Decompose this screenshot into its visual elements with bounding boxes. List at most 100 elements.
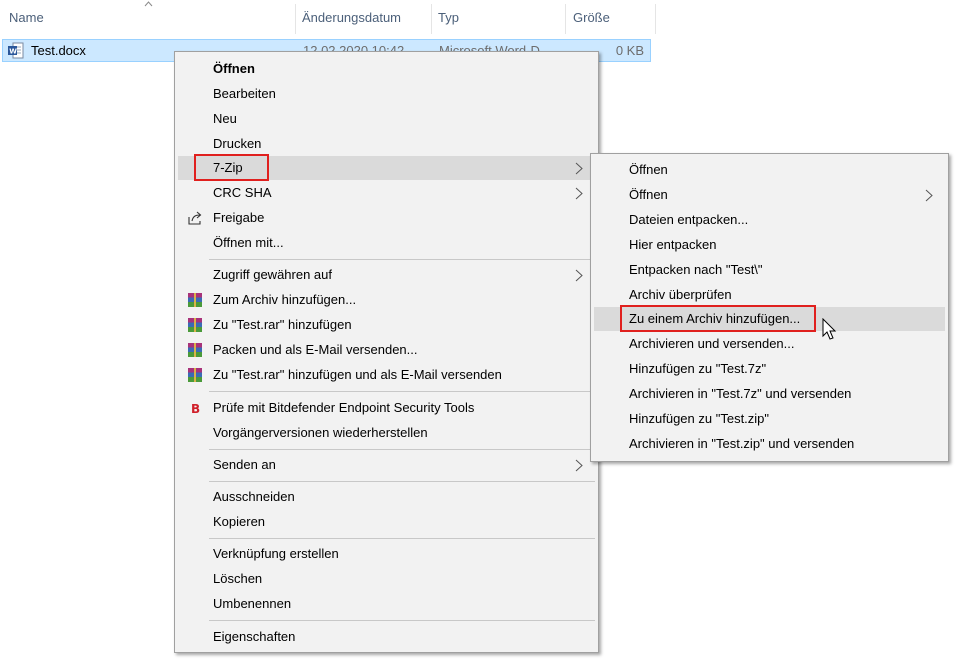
menu-separator <box>209 259 595 260</box>
menu-item-label: Bearbeiten <box>213 86 276 101</box>
menu-item-label: Archivieren in "Test.zip" und versenden <box>629 436 855 451</box>
menu-item-label: Kopieren <box>213 514 266 529</box>
menu-item-label: Hier entpacken <box>629 237 717 252</box>
file-name: Test.docx <box>31 43 86 58</box>
menu-item-label: Archiv überprüfen <box>629 287 732 302</box>
menu-item-label: Vorgängerversionen wiederherstellen <box>213 425 428 440</box>
menu-item-copy[interactable]: Kopieren <box>178 510 595 534</box>
menu-item-share[interactable]: Freigabe <box>178 206 595 230</box>
highlight-box-7zip <box>194 154 269 181</box>
column-separator[interactable] <box>565 4 566 34</box>
submenu-item-extract-here[interactable]: Hier entpacken <box>594 233 945 257</box>
menu-item-pack-email[interactable]: Packen und als E-Mail versenden... <box>178 338 595 362</box>
column-separator[interactable] <box>295 4 296 34</box>
context-menu: Öffnen Bearbeiten Neu Drucken 7-Zip CRC … <box>174 51 599 653</box>
menu-item-label: Öffnen mit... <box>213 235 284 250</box>
menu-item-label: Löschen <box>213 571 263 586</box>
highlight-box-add-to-archive <box>620 305 816 332</box>
menu-separator <box>209 391 595 392</box>
menu-item-create-shortcut[interactable]: Verknüpfung erstellen <box>178 542 595 566</box>
menu-separator <box>209 481 595 482</box>
chevron-right-icon <box>575 269 583 282</box>
menu-item-label: Drucken <box>213 136 262 151</box>
svg-text:W: W <box>9 48 17 56</box>
menu-item-delete[interactable]: Löschen <box>178 567 595 591</box>
submenu-item-archive-7z-send[interactable]: Archivieren in "Test.7z" und versenden <box>594 382 945 406</box>
menu-separator <box>209 620 595 621</box>
menu-item-label: Archivieren in "Test.7z" und versenden <box>629 386 852 401</box>
menu-item-label: CRC SHA <box>213 185 272 200</box>
menu-item-label: Zum Archiv hinzufügen... <box>213 292 357 307</box>
menu-item-label: Öffnen <box>213 61 255 76</box>
menu-item-open-with[interactable]: Öffnen mit... <box>178 231 595 255</box>
menu-item-cut[interactable]: Ausschneiden <box>178 485 595 509</box>
menu-item-label: Zu "Test.rar" hinzufügen und als E-Mail … <box>213 367 502 382</box>
column-size-header[interactable]: Größe <box>573 10 610 25</box>
submenu-item-add-zip[interactable]: Hinzufügen zu "Test.zip" <box>594 407 945 431</box>
menu-item-properties[interactable]: Eigenschaften <box>178 625 595 649</box>
menu-item-label: Hinzufügen zu "Test.7z" <box>629 361 767 376</box>
submenu-item-extract-to[interactable]: Entpacken nach "Test\" <box>594 258 945 282</box>
mouse-cursor-icon <box>822 318 837 340</box>
submenu-item-archive-send[interactable]: Archivieren und versenden... <box>594 332 945 356</box>
menu-item-label: Dateien entpacken... <box>629 212 749 227</box>
menu-separator <box>209 449 595 450</box>
menu-item-label: Prüfe mit Bitdefender Endpoint Security … <box>213 400 475 415</box>
menu-item-rename[interactable]: Umbenennen <box>178 592 595 616</box>
menu-item-open[interactable]: Öffnen <box>178 57 595 81</box>
winrar-icon <box>188 293 202 307</box>
menu-item-send-to[interactable]: Senden an <box>178 453 595 477</box>
menu-item-label: Öffnen <box>629 162 668 177</box>
menu-item-new[interactable]: Neu <box>178 107 595 131</box>
submenu-item-add-7z[interactable]: Hinzufügen zu "Test.7z" <box>594 357 945 381</box>
svg-text:B: B <box>191 402 200 416</box>
column-separator[interactable] <box>655 4 656 34</box>
menu-item-label: Verknüpfung erstellen <box>213 546 339 561</box>
sort-up-icon <box>144 1 153 7</box>
winrar-icon <box>188 368 202 382</box>
menu-item-label: Freigabe <box>213 210 265 225</box>
menu-item-bitdefender[interactable]: B Prüfe mit Bitdefender Endpoint Securit… <box>178 396 595 420</box>
chevron-right-icon <box>925 189 933 202</box>
share-icon <box>188 211 202 225</box>
submenu-item-open-sub[interactable]: Öffnen <box>594 183 945 207</box>
chevron-right-icon <box>575 187 583 200</box>
menu-item-grant-access[interactable]: Zugriff gewähren auf <box>178 263 595 287</box>
column-name-header[interactable]: Name <box>9 10 44 25</box>
menu-item-label: Zugriff gewähren auf <box>213 267 332 282</box>
winrar-icon <box>188 343 202 357</box>
submenu-item-extract-files[interactable]: Dateien entpacken... <box>594 208 945 232</box>
menu-item-label: Hinzufügen zu "Test.zip" <box>629 411 770 426</box>
menu-separator <box>209 538 595 539</box>
menu-item-label: Eigenschaften <box>213 629 296 644</box>
submenu-item-archive-zip-send[interactable]: Archivieren in "Test.zip" und versenden <box>594 432 945 456</box>
winrar-icon <box>188 318 202 332</box>
file-size: 0 KB <box>615 43 644 58</box>
menu-item-add-rar[interactable]: Zu "Test.rar" hinzufügen <box>178 313 595 337</box>
word-document-icon: W <box>8 42 24 59</box>
chevron-right-icon <box>575 162 583 175</box>
menu-item-label: Öffnen <box>629 187 668 202</box>
menu-item-label: Neu <box>213 111 237 126</box>
menu-item-label: Archivieren und versenden... <box>629 336 795 351</box>
menu-item-print[interactable]: Drucken <box>178 132 595 156</box>
menu-item-label: Zu "Test.rar" hinzufügen <box>213 317 352 332</box>
menu-item-add-rar-email[interactable]: Zu "Test.rar" hinzufügen und als E-Mail … <box>178 363 595 387</box>
menu-item-label: Umbenennen <box>213 596 292 611</box>
column-separator[interactable] <box>431 4 432 34</box>
menu-item-add-archive[interactable]: Zum Archiv hinzufügen... <box>178 288 595 312</box>
menu-item-restore-versions[interactable]: Vorgängerversionen wiederherstellen <box>178 421 595 445</box>
menu-item-crc-sha[interactable]: CRC SHA <box>178 181 595 205</box>
menu-item-label: Packen und als E-Mail versenden... <box>213 342 418 357</box>
menu-item-edit[interactable]: Bearbeiten <box>178 82 595 106</box>
bitdefender-icon: B <box>191 402 200 416</box>
submenu-item-test-archive[interactable]: Archiv überprüfen <box>594 283 945 307</box>
chevron-right-icon <box>575 459 583 472</box>
menu-item-label: Senden an <box>213 457 276 472</box>
menu-item-label: Ausschneiden <box>213 489 295 504</box>
submenu-item-open[interactable]: Öffnen <box>594 158 945 182</box>
column-header-bar: Name Änderungsdatum Typ Größe <box>0 0 660 36</box>
column-type-header[interactable]: Typ <box>438 10 459 25</box>
menu-item-label: Entpacken nach "Test\" <box>629 262 763 277</box>
column-date-header[interactable]: Änderungsdatum <box>302 10 401 25</box>
